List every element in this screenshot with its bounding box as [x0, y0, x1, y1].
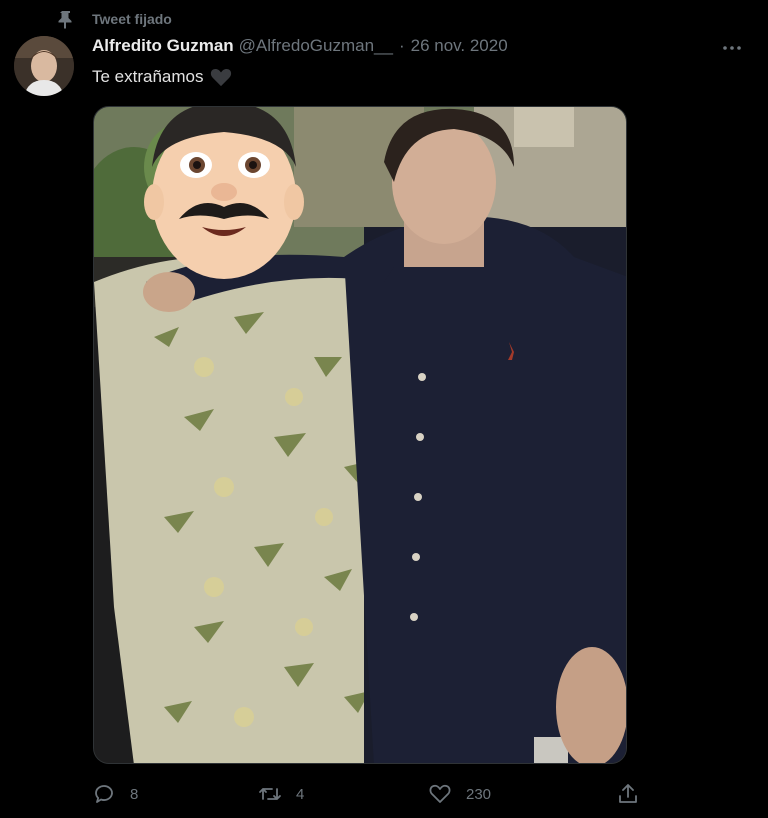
- like-count: 230: [466, 785, 492, 803]
- share-button[interactable]: [616, 776, 640, 812]
- black-heart-icon: [210, 68, 231, 87]
- photo-image: [94, 107, 626, 763]
- reply-button[interactable]: 8: [92, 776, 138, 812]
- reply-count: 8: [130, 785, 139, 803]
- tweet-photo[interactable]: [93, 106, 627, 764]
- tweet-text: Te extrañamos: [92, 64, 232, 90]
- tweet-actions: 8 4 230: [92, 776, 652, 812]
- pinned-label: Tweet fijado: [92, 11, 172, 27]
- avatar[interactable]: [14, 36, 74, 96]
- separator-dot: ·: [398, 36, 405, 55]
- pin-icon: [58, 11, 72, 29]
- share-icon: [619, 784, 637, 803]
- tweet-date[interactable]: 26 nov. 2020: [411, 36, 508, 56]
- avatar-image: [14, 36, 74, 96]
- author-handle[interactable]: @AlfredoGuzman__: [239, 36, 393, 56]
- tweet-text-content: Te extrañamos: [92, 67, 204, 86]
- more-options-icon[interactable]: [718, 36, 746, 60]
- like-button[interactable]: 230: [428, 776, 491, 812]
- author-name[interactable]: Alfredito Guzman: [92, 36, 234, 56]
- reply-icon: [95, 785, 113, 803]
- retweet-button[interactable]: 4: [258, 776, 304, 812]
- retweet-icon: [259, 788, 281, 800]
- heart-icon: [429, 784, 451, 803]
- tweet-header: Alfredito Guzman @AlfredoGuzman__ · 26 n…: [92, 36, 508, 60]
- retweet-count: 4: [296, 785, 305, 803]
- pinned-indicator: Tweet fijado: [56, 8, 172, 30]
